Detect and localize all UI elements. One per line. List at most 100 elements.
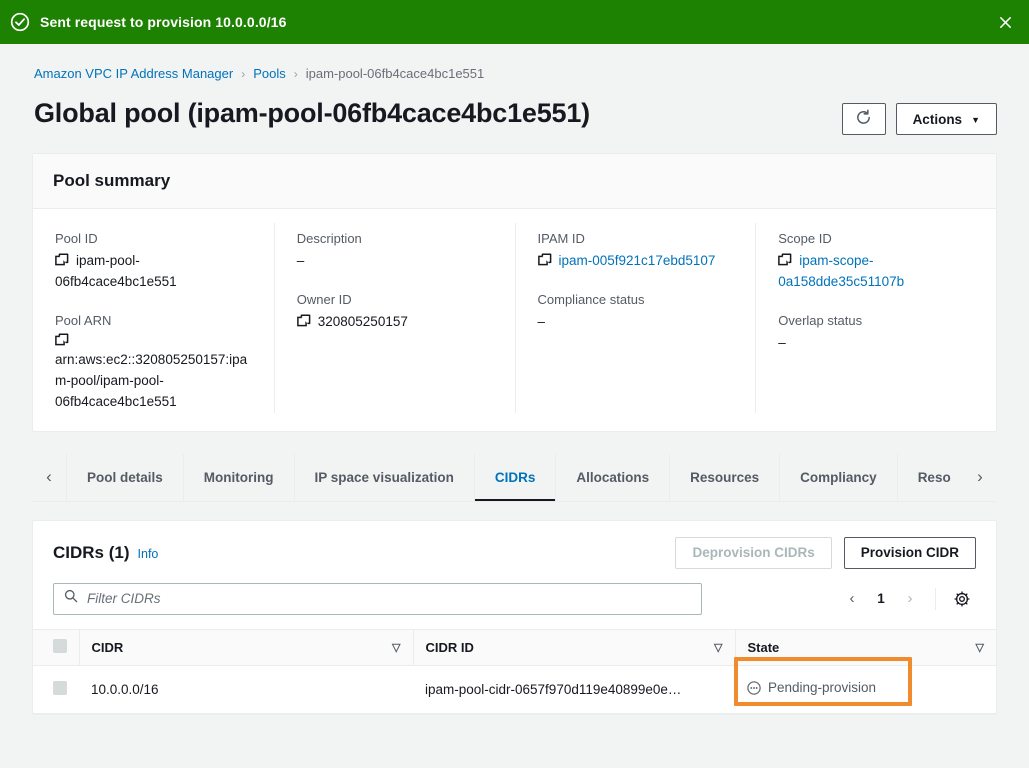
field-label: IPAM ID [538, 231, 734, 246]
tab-list: Pool details Monitoring IP space visuali… [66, 454, 963, 501]
tab-monitoring[interactable]: Monitoring [183, 454, 294, 501]
sort-icon[interactable]: ▽ [976, 641, 984, 654]
pagination-page-1[interactable]: 1 [869, 585, 893, 613]
deprovision-cidrs-button[interactable]: Deprovision CIDRs [675, 537, 831, 569]
cell-cidr: 10.0.0.0/16 [79, 665, 413, 713]
refresh-icon [855, 109, 872, 129]
ipam-id-link[interactable]: ipam-005f921c17ebd5107 [559, 253, 716, 268]
tab-resource-discovery[interactable]: Reso [897, 454, 951, 501]
pending-icon [747, 681, 761, 695]
breadcrumb-item-current: ipam-pool-06fb4cace4bc1e551 [306, 66, 485, 81]
pool-summary-title: Pool summary [53, 171, 976, 191]
field-overlap-status: Overlap status – [778, 313, 974, 354]
cell-cidr-id: ipam-pool-cidr-0657f970d119e40899e0e… [413, 665, 735, 713]
field-description: Description – [297, 231, 493, 272]
column-header-cidr[interactable]: CIDR ▽ [79, 629, 413, 665]
cidrs-title-group: CIDRs (1) Info [53, 543, 158, 563]
flash-banner: Sent request to provision 10.0.0.0/16 [0, 0, 1029, 44]
cell-state: Pending-provision [735, 665, 996, 713]
column-label: State [748, 640, 780, 655]
breadcrumb-item-ipam[interactable]: Amazon VPC IP Address Manager [34, 66, 233, 81]
field-value: arn:aws:ec2::320805250157:ipam-pool/ipam… [55, 333, 252, 413]
pagination-prev-icon[interactable]: ‹ [839, 585, 865, 613]
header-actions: Actions ▼ [842, 97, 997, 135]
field-pool-id: Pool ID ipam-pool-06fb4cace4bc1e551 [55, 231, 252, 293]
column-label: CIDR ID [426, 640, 474, 655]
owner-id-value: 320805250157 [318, 314, 408, 329]
breadcrumb-item-pools[interactable]: Pools [253, 66, 286, 81]
pool-arn-value: arn:aws:ec2::320805250157:ipam-pool/ipam… [55, 352, 247, 409]
column-header-cidr-id[interactable]: CIDR ID ▽ [413, 629, 735, 665]
sort-icon[interactable]: ▽ [714, 641, 722, 654]
copy-icon[interactable] [778, 253, 792, 267]
tab-cidrs[interactable]: CIDRs [474, 454, 556, 501]
pagination-next-icon[interactable]: › [897, 585, 923, 613]
actions-button[interactable]: Actions ▼ [896, 103, 997, 135]
pool-summary-grid: Pool ID ipam-pool-06fb4cace4bc1e551 Pool… [33, 209, 996, 431]
field-label: Compliance status [538, 292, 734, 307]
breadcrumb-separator-icon: › [241, 67, 245, 81]
cidrs-table-head: CIDR ▽ CIDR ID ▽ State ▽ [33, 629, 996, 665]
refresh-button[interactable] [842, 103, 886, 135]
page-title: Global pool (ipam-pool-06fb4cace4bc1e551… [34, 97, 590, 131]
summary-column-1: Pool ID ipam-pool-06fb4cace4bc1e551 Pool… [33, 223, 274, 413]
pool-summary-header: Pool summary [33, 154, 996, 209]
cidrs-table: CIDR ▽ CIDR ID ▽ State ▽ [33, 629, 996, 714]
field-value: 320805250157 [297, 312, 493, 333]
scope-id-link[interactable]: ipam-scope-0a158dde35c51107b [778, 253, 904, 289]
breadcrumb-separator-icon: › [294, 67, 298, 81]
state-label: Pending-provision [768, 680, 876, 695]
tabs-scroll-right-icon[interactable]: › [963, 454, 997, 501]
column-header-state[interactable]: State ▽ [735, 629, 996, 665]
description-value: – [297, 251, 493, 272]
table-row[interactable]: 10.0.0.0/16 ipam-pool-cidr-0657f970d119e… [33, 665, 996, 713]
field-value: ipam-pool-06fb4cace4bc1e551 [55, 251, 252, 293]
row-checkbox[interactable] [53, 681, 67, 695]
copy-icon[interactable] [55, 333, 69, 347]
circle-check-icon [10, 12, 30, 32]
tab-allocations[interactable]: Allocations [555, 454, 669, 501]
gear-icon[interactable] [948, 585, 976, 613]
pool-summary-card: Pool summary Pool ID ipam-pool-06fb4cace… [32, 153, 997, 432]
tab-resources[interactable]: Resources [669, 454, 779, 501]
close-icon[interactable] [991, 8, 1019, 36]
cidrs-panel-header: CIDRs (1) Info Deprovision CIDRs Provisi… [33, 521, 996, 583]
copy-icon[interactable] [538, 253, 552, 267]
page-header: Global pool (ipam-pool-06fb4cace4bc1e551… [32, 87, 997, 153]
column-label: CIDR [92, 640, 124, 655]
sort-icon[interactable]: ▽ [392, 641, 400, 654]
tab-pool-details[interactable]: Pool details [66, 454, 183, 501]
table-header-row: CIDR ▽ CIDR ID ▽ State ▽ [33, 629, 996, 665]
field-pool-arn: Pool ARN arn:aws:ec2::320805250157:ipam-… [55, 313, 252, 413]
field-label: Pool ID [55, 231, 252, 246]
provision-cidr-button[interactable]: Provision CIDR [844, 537, 976, 569]
cidrs-title: CIDRs (1) [53, 543, 130, 563]
info-link[interactable]: Info [138, 547, 159, 561]
summary-column-3: IPAM ID ipam-005f921c17ebd5107 Complianc… [515, 223, 756, 413]
select-all-checkbox[interactable] [53, 639, 67, 653]
filter-cidrs-input[interactable] [87, 591, 691, 606]
cidrs-panel: CIDRs (1) Info Deprovision CIDRs Provisi… [32, 520, 997, 715]
field-owner-id: Owner ID 320805250157 [297, 292, 493, 333]
tab-compliancy[interactable]: Compliancy [779, 454, 897, 501]
tab-ip-space-visualization[interactable]: IP space visualization [294, 454, 474, 501]
actions-button-label: Actions [913, 112, 963, 127]
flash-message: Sent request to provision 10.0.0.0/16 [40, 14, 286, 30]
copy-icon[interactable] [55, 253, 69, 267]
copy-icon[interactable] [297, 314, 311, 328]
field-compliance-status: Compliance status – [538, 292, 734, 333]
breadcrumb: Amazon VPC IP Address Manager › Pools › … [32, 44, 997, 87]
compliance-status-value: – [538, 312, 734, 333]
status-badge: Pending-provision [747, 680, 876, 695]
pagination-divider [935, 588, 936, 610]
field-label: Overlap status [778, 313, 974, 328]
field-ipam-id: IPAM ID ipam-005f921c17ebd5107 [538, 231, 734, 272]
field-value: ipam-005f921c17ebd5107 [538, 251, 734, 272]
cidrs-filter-row: ‹ 1 › [33, 583, 996, 629]
overlap-status-value: – [778, 333, 974, 354]
page-body: Amazon VPC IP Address Manager › Pools › … [0, 44, 1029, 715]
field-scope-id: Scope ID ipam-scope-0a158dde35c51107b [778, 231, 974, 293]
tabs-scroll-left-icon[interactable]: ‹ [32, 454, 66, 501]
summary-column-2: Description – Owner ID 320805250157 [274, 223, 515, 413]
filter-cidrs-box[interactable] [53, 583, 702, 615]
